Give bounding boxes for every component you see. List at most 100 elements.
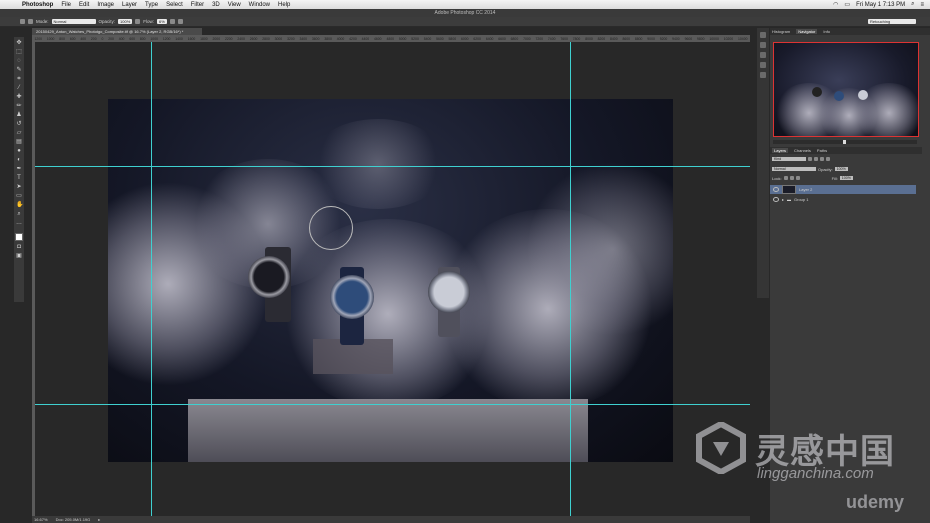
tab-paths[interactable]: Paths	[817, 148, 827, 153]
type-filter-icon[interactable]	[820, 157, 824, 161]
zoom-tool-icon[interactable]: ⌕	[16, 211, 22, 217]
brush-tool-icon[interactable]: ✏	[16, 103, 22, 109]
pressure-size-icon[interactable]	[177, 19, 183, 24]
mode-select[interactable]: Normal	[51, 19, 96, 24]
adjustment-filter-icon[interactable]	[814, 157, 818, 161]
lasso-tool-icon[interactable]: ◌	[16, 58, 22, 64]
lock-position-icon[interactable]	[789, 176, 794, 180]
workspace-select[interactable]: Retouching	[868, 19, 916, 24]
ruler-tick: 6600	[498, 36, 506, 41]
guide-vertical[interactable]	[151, 42, 152, 516]
menu-select[interactable]: Select	[166, 2, 183, 8]
horizontal-ruler[interactable]: 1200 1000 800 600 400 200 0 200 400 600 …	[32, 35, 750, 42]
foreground-color-swatch[interactable]	[15, 233, 23, 241]
layer-opacity-field[interactable]: 100%	[834, 167, 848, 171]
eyedropper-tool-icon[interactable]: ⁄	[16, 85, 22, 91]
pen-tool-icon[interactable]: ✒	[16, 166, 22, 172]
shape-filter-icon[interactable]	[826, 157, 830, 161]
status-bar: 16.67% Doc: 205.0M/1.19G ▸	[32, 516, 750, 523]
lock-pixels-icon[interactable]	[783, 176, 788, 180]
layer-row-group-1[interactable]: ▸ ▬ Group 1	[770, 195, 916, 204]
history-brush-tool-icon[interactable]: ↺	[16, 121, 22, 127]
document-image[interactable]	[108, 99, 673, 462]
menu-help[interactable]: Help	[278, 2, 290, 8]
menu-window[interactable]: Window	[249, 2, 270, 8]
hand-tool-icon[interactable]: ✋	[16, 202, 23, 208]
path-select-tool-icon[interactable]: ➤	[16, 184, 22, 190]
menu-image[interactable]: Image	[97, 2, 114, 8]
more-tools-icon[interactable]: …	[16, 220, 22, 226]
options-bar: Mode: Normal Opacity: 100% Flow: 6% Reto…	[0, 17, 930, 27]
marquee-tool-icon[interactable]: ⬚	[16, 49, 22, 55]
brush-preset-icon[interactable]	[20, 19, 25, 24]
tab-histogram[interactable]: Histogram	[772, 29, 790, 34]
move-tool-icon[interactable]: ✥	[16, 40, 22, 46]
guide-horizontal[interactable]	[35, 166, 750, 167]
menu-layer[interactable]: Layer	[122, 2, 137, 8]
zoom-readout[interactable]: 16.67%	[34, 517, 48, 522]
guide-horizontal[interactable]	[35, 404, 750, 405]
menu-file[interactable]: File	[61, 2, 71, 8]
layer-kind-filter[interactable]: Kind	[772, 157, 806, 161]
pixel-filter-icon[interactable]	[808, 157, 812, 161]
dodge-tool-icon[interactable]: ◐	[16, 157, 22, 163]
status-menu-arrow-icon[interactable]: ▸	[98, 517, 100, 522]
airbrush-icon[interactable]	[169, 19, 175, 24]
ruler-tick: 2400	[237, 36, 245, 41]
eraser-tool-icon[interactable]: ▱	[16, 130, 22, 136]
healing-tool-icon[interactable]: ✚	[16, 94, 22, 100]
navigator-zoom-slider[interactable]	[773, 140, 917, 144]
menu-view[interactable]: View	[228, 2, 241, 8]
lock-all-icon[interactable]	[795, 176, 800, 180]
tab-channels[interactable]: Channels	[794, 148, 811, 153]
ruler-tick: 9000	[647, 36, 655, 41]
canvas-area[interactable]	[35, 42, 750, 516]
expand-arrow-icon[interactable]: ▸	[782, 197, 784, 202]
layer-row-layer-2[interactable]: Layer 2	[770, 185, 916, 194]
opacity-field[interactable]: 100%	[118, 19, 133, 24]
shape-tool-icon[interactable]: ▭	[16, 193, 22, 199]
guide-vertical[interactable]	[570, 42, 571, 516]
brush-panel-icon[interactable]	[760, 52, 766, 58]
blur-tool-icon[interactable]: ●	[16, 148, 22, 154]
paragraph-panel-icon[interactable]	[760, 72, 766, 78]
app-menu[interactable]: Photoshop	[22, 2, 53, 8]
wifi-icon[interactable]: ◠	[833, 1, 838, 8]
pedestal-block	[188, 399, 588, 462]
tab-info[interactable]: Info	[823, 29, 830, 34]
flow-field[interactable]: 6%	[157, 19, 167, 24]
clone-stamp-tool-icon[interactable]: ♟	[16, 112, 22, 118]
tab-layers[interactable]: Layers	[772, 148, 789, 153]
navigator-thumbnail[interactable]	[773, 42, 919, 137]
menu-3d[interactable]: 3D	[212, 2, 220, 8]
search-icon[interactable]: ⌕	[911, 1, 914, 8]
pressure-opacity-icon[interactable]	[135, 19, 141, 24]
quick-mask-icon[interactable]: ◘	[16, 244, 22, 250]
quick-select-tool-icon[interactable]: ✎	[16, 67, 22, 73]
visibility-eye-icon[interactable]	[773, 187, 779, 192]
list-icon[interactable]: ≡	[920, 2, 924, 8]
blend-mode-select[interactable]: Normal	[772, 167, 816, 171]
toggle-brush-panel-icon[interactable]	[28, 19, 33, 24]
doc-size-readout[interactable]: Doc: 205.0M/1.19G	[56, 517, 91, 522]
tab-navigator[interactable]: Navigator	[796, 29, 818, 34]
gradient-tool-icon[interactable]: ▤	[16, 139, 22, 145]
navigator-zoom-knob[interactable]	[843, 140, 846, 144]
smoke-cloud	[308, 119, 448, 209]
menu-filter[interactable]: Filter	[191, 2, 204, 8]
lingganchina-logo-icon	[696, 422, 746, 474]
type-tool-icon[interactable]: T	[16, 175, 22, 181]
history-panel-icon[interactable]	[760, 32, 766, 38]
menu-type[interactable]: Type	[145, 2, 158, 8]
menu-clock[interactable]: Fri May 1 7:13 PM	[856, 2, 905, 8]
character-panel-icon[interactable]	[760, 62, 766, 68]
layer-fill-field[interactable]: 100%	[839, 176, 853, 180]
crop-tool-icon[interactable]: ⌗	[16, 76, 22, 82]
properties-panel-icon[interactable]	[760, 42, 766, 48]
opacity-label: Opacity:	[98, 19, 116, 24]
document-tab[interactable]: 20150429_Anton_Watches_Phototgo_Composit…	[32, 28, 202, 35]
screen-mode-icon[interactable]: ▣	[16, 253, 22, 259]
battery-icon[interactable]: ▭	[844, 1, 850, 8]
visibility-eye-icon[interactable]	[773, 197, 779, 202]
menu-edit[interactable]: Edit	[79, 2, 89, 8]
